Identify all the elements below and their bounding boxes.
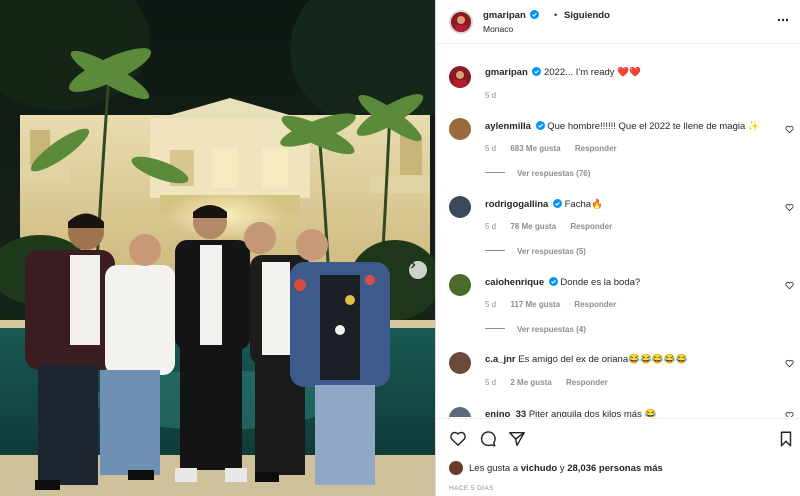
heart-icon[interactable] <box>785 411 794 417</box>
verified-badge-icon <box>535 121 545 130</box>
comment-meta: 5 d 78 Me gusta Responder <box>485 222 624 231</box>
liker-username[interactable]: vichudo <box>521 463 557 474</box>
comments-list[interactable]: gmaripan 2022... I'm ready ❤️❤️ 5 d ayle… <box>436 45 800 417</box>
caption-body: 2022... I'm ready ❤️❤️ <box>544 67 641 78</box>
comment-body: Piter anguila dos kilos más 😂 <box>528 409 657 417</box>
caption-username[interactable]: gmaripan <box>485 67 528 78</box>
comment-text: rodrigogallina Facha🔥 <box>485 199 603 210</box>
comment-age: 5 d <box>485 300 497 309</box>
caption-age: 5 d <box>485 91 497 100</box>
caption-author-avatar[interactable] <box>449 66 471 88</box>
comment-body: Es amigo del ex de oriana😂😂😂😂😂 <box>518 354 688 365</box>
reply-button[interactable]: Responder <box>566 378 608 387</box>
comment-body: Donde es la boda? <box>560 277 641 288</box>
reply-button[interactable]: Responder <box>570 222 612 231</box>
bookmark-icon[interactable] <box>777 430 795 448</box>
comment-avatar[interactable] <box>449 352 471 374</box>
comment-text: caiohenrique Donde es la boda? <box>485 277 640 288</box>
post-photo-image <box>0 0 435 496</box>
heart-icon[interactable] <box>785 359 794 368</box>
comment-username[interactable]: enino_33 <box>485 409 526 417</box>
reply-button[interactable]: Responder <box>574 300 616 309</box>
comment-text: aylenmilla Que hombre!!!!!! Que el 2022 … <box>485 121 760 132</box>
share-icon[interactable] <box>508 430 526 448</box>
comment-body: Que hombre!!!!!! Que el 2022 te llene de… <box>547 121 760 132</box>
view-replies-button[interactable]: Ver respuestas (5) <box>485 247 586 256</box>
post-actions: Les gusta a vichudo y 28,036 personas má… <box>436 418 800 496</box>
verified-badge-icon <box>552 199 562 208</box>
comment-likes[interactable]: 78 Me gusta <box>510 222 556 231</box>
chevron-right-icon <box>411 261 416 269</box>
comment-likes[interactable]: 2 Me gusta <box>510 378 551 387</box>
comment-avatar[interactable] <box>449 118 471 140</box>
comment-age: 5 d <box>485 378 497 387</box>
author-username-row[interactable]: gmaripan <box>483 10 540 21</box>
caption-text: gmaripan 2022... I'm ready ❤️❤️ <box>485 67 641 78</box>
post-photo <box>0 0 435 496</box>
reply-button[interactable]: Responder <box>575 144 617 153</box>
likes-count[interactable]: 28,036 personas más <box>567 463 663 474</box>
comment-meta: 5 d 117 Me gusta Responder <box>485 300 628 309</box>
liker-avatar[interactable] <box>449 461 463 475</box>
verified-badge-icon <box>530 10 540 19</box>
verified-badge-icon <box>548 277 558 286</box>
comment-body: Facha🔥 <box>564 199 603 210</box>
author-username[interactable]: gmaripan <box>483 10 526 21</box>
comment-text: enino_33 Piter anguila dos kilos más 😂 <box>485 409 656 417</box>
heart-icon[interactable] <box>449 430 467 448</box>
post-panel: gmaripan • Siguiendo Monaco gmaripan 202… <box>435 0 800 496</box>
comment-avatar[interactable] <box>449 407 471 417</box>
comment-age: 5 d <box>485 144 497 153</box>
comment-icon[interactable] <box>479 430 497 448</box>
caption-meta: 5 d <box>485 91 508 100</box>
post-location[interactable]: Monaco <box>483 24 513 34</box>
comment-avatar[interactable] <box>449 196 471 218</box>
comment-username[interactable]: rodrigogallina <box>485 199 548 210</box>
post-header: gmaripan • Siguiendo Monaco <box>436 0 800 44</box>
comment-avatar[interactable] <box>449 274 471 296</box>
following-button[interactable]: Siguiendo <box>564 10 610 21</box>
heart-icon[interactable] <box>785 281 794 290</box>
comment-text: c.a_jnr Es amigo del ex de oriana😂😂😂😂😂 <box>485 354 687 365</box>
next-photo-button[interactable] <box>409 261 427 279</box>
view-replies-button[interactable]: Ver respuestas (76) <box>485 169 590 178</box>
comment-username[interactable]: aylenmilla <box>485 121 531 132</box>
post-time-ago[interactable]: HACE 5 DÍAS <box>449 485 494 492</box>
more-options-icon[interactable] <box>777 14 789 26</box>
comment-likes[interactable]: 117 Me gusta <box>510 300 560 309</box>
comment-username[interactable]: c.a_jnr <box>485 354 516 365</box>
comment-meta: 5 d 683 Me gusta Responder <box>485 144 629 153</box>
comment-meta: 5 d 2 Me gusta Responder <box>485 378 620 387</box>
likes-summary[interactable]: Les gusta a vichudo y 28,036 personas má… <box>469 463 663 474</box>
author-avatar[interactable] <box>449 10 473 34</box>
heart-icon[interactable] <box>785 203 794 212</box>
separator-dot: • <box>554 10 558 20</box>
view-replies-button[interactable]: Ver respuestas (4) <box>485 325 586 334</box>
comment-likes[interactable]: 683 Me gusta <box>510 144 560 153</box>
heart-icon[interactable] <box>785 125 794 134</box>
comment-username[interactable]: caiohenrique <box>485 277 544 288</box>
verified-badge-icon <box>532 67 542 76</box>
comment-age: 5 d <box>485 222 497 231</box>
